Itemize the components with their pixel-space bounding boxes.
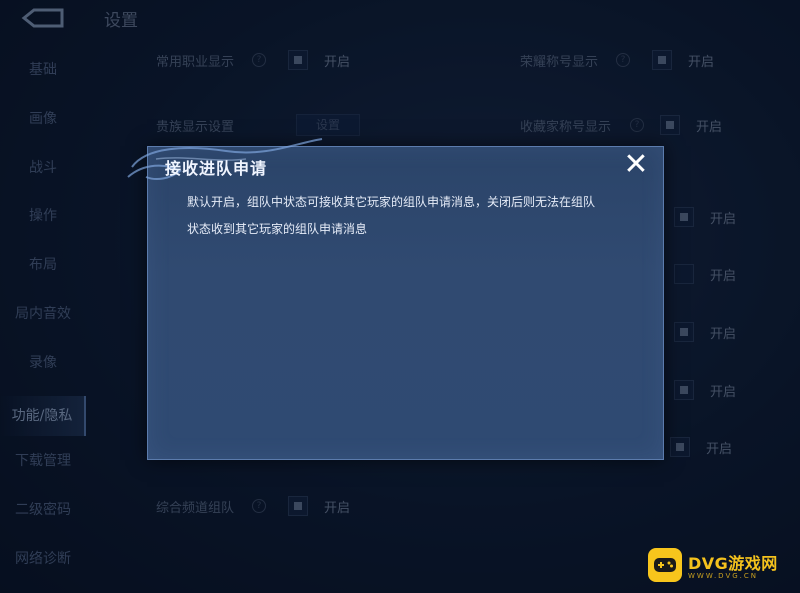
dialog-body-line: 状态收到其它玩家的组队申请消息 bbox=[187, 222, 368, 236]
dialog-body-line: 默认开启，组队中状态可接收其它玩家的组队申请消息，关闭后则无法在组队 bbox=[187, 195, 596, 209]
close-icon[interactable]: ✕ bbox=[621, 150, 651, 181]
watermark: DVG游戏网 WWW.DVG.CN bbox=[648, 548, 778, 582]
gamepad-icon bbox=[648, 548, 682, 582]
dialog-body: 默认开启，组队中状态可接收其它玩家的组队申请消息，关闭后则无法在组队 状态收到其… bbox=[187, 189, 627, 243]
team-request-dialog: 接收进队申请 ✕ 默认开启，组队中状态可接收其它玩家的组队申请消息，关闭后则无法… bbox=[127, 138, 664, 460]
dialog-title: 接收进队申请 bbox=[165, 159, 268, 178]
watermark-brand: DVG游戏网 bbox=[688, 554, 778, 573]
